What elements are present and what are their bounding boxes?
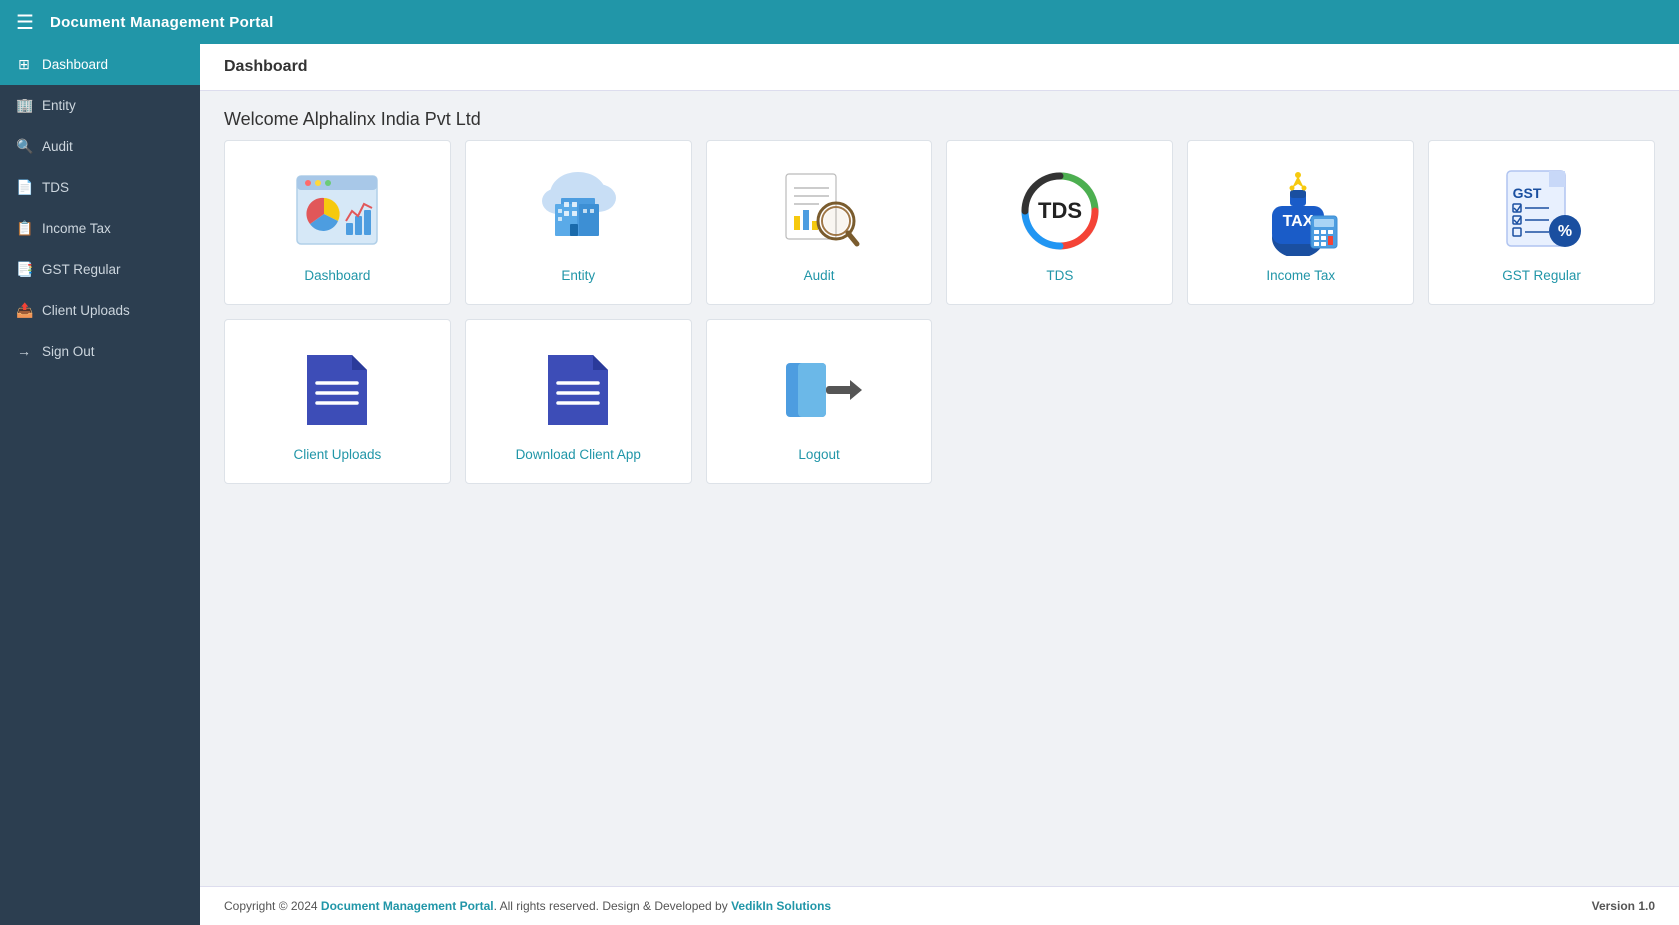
footer-developer: VedikIn Solutions (731, 899, 831, 913)
card-entity-label: Entity (561, 268, 595, 283)
sidebar-label-income-tax: Income Tax (42, 221, 111, 236)
sidebar-item-sign-out[interactable]: → Sign Out (0, 331, 200, 371)
sidebar-label-audit: Audit (42, 139, 73, 154)
sidebar-label-entity: Entity (42, 98, 76, 113)
sidebar-label-client-uploads: Client Uploads (42, 303, 130, 318)
svg-text:GST: GST (1512, 185, 1541, 201)
card-income-tax-label: Income Tax (1266, 268, 1335, 283)
empty-cell-1 (946, 319, 1173, 484)
card-tds-label: TDS (1046, 268, 1073, 283)
footer-copyright-text: Copyright © 2024 (224, 899, 321, 913)
sidebar-item-gst-regular[interactable]: 📑 GST Regular (0, 249, 200, 290)
gst-icon: 📑 (16, 261, 32, 278)
card-tds[interactable]: TDS TDS (946, 140, 1173, 305)
main-content: Dashboard Welcome Alphalinx India Pvt Lt… (200, 44, 1679, 925)
card-entity-icon (533, 166, 623, 256)
dashboard-icon: ⊞ (16, 56, 32, 73)
card-client-uploads-icon (292, 345, 382, 435)
card-download-app-label: Download Client App (516, 447, 641, 462)
svg-text:%: % (1557, 223, 1571, 240)
app-title: Document Management Portal (50, 14, 274, 31)
svg-text:TDS: TDS (1038, 198, 1082, 223)
sidebar-label-tds: TDS (42, 180, 69, 195)
card-logout-icon (774, 345, 864, 435)
empty-cell-2 (1187, 319, 1414, 484)
card-row-1: Dashboard (224, 140, 1655, 305)
card-logout-label: Logout (798, 447, 839, 462)
sign-out-icon: → (16, 343, 32, 359)
card-income-tax-icon: TAX (1256, 166, 1346, 256)
card-client-uploads[interactable]: Client Uploads (224, 319, 451, 484)
sidebar-item-entity[interactable]: 🏢 Entity (0, 85, 200, 126)
card-grid-area: Dashboard (200, 140, 1679, 886)
footer: Copyright © 2024 Document Management Por… (200, 886, 1679, 925)
card-audit-label: Audit (804, 268, 835, 283)
footer-brand: Document Management Portal (321, 899, 494, 913)
card-dashboard-label: Dashboard (304, 268, 370, 283)
entity-icon: 🏢 (16, 97, 32, 114)
tds-icon: 📄 (16, 179, 32, 196)
menu-icon[interactable]: ☰ (16, 10, 34, 35)
card-logout[interactable]: Logout (706, 319, 933, 484)
card-gst-regular[interactable]: GST % (1428, 140, 1655, 305)
sidebar-item-dashboard[interactable]: ⊞ Dashboard (0, 44, 200, 85)
footer-copyright: Copyright © 2024 Document Management Por… (224, 899, 831, 913)
sidebar-label-sign-out: Sign Out (42, 344, 95, 359)
empty-cell-3 (1428, 319, 1655, 484)
card-dashboard[interactable]: Dashboard (224, 140, 451, 305)
card-income-tax[interactable]: TAX (1187, 140, 1414, 305)
card-dashboard-icon (292, 166, 382, 256)
sidebar-item-client-uploads[interactable]: 📤 Client Uploads (0, 290, 200, 331)
sidebar-item-tds[interactable]: 📄 TDS (0, 167, 200, 208)
footer-suffix: . All rights reserved. Design & Develope… (494, 899, 731, 913)
footer-version-number: 1.0 (1638, 899, 1655, 913)
card-entity[interactable]: Entity (465, 140, 692, 305)
sidebar: ⊞ Dashboard 🏢 Entity 🔍 Audit 📄 TDS 📋 Inc… (0, 44, 200, 925)
content-header: Dashboard (200, 44, 1679, 91)
audit-icon: 🔍 (16, 138, 32, 155)
card-gst-icon: GST % (1497, 166, 1587, 256)
card-download-app[interactable]: Download Client App (465, 319, 692, 484)
card-gst-regular-label: GST Regular (1502, 268, 1581, 283)
card-tds-icon: TDS (1015, 166, 1105, 256)
card-client-uploads-label: Client Uploads (294, 447, 382, 462)
welcome-message: Welcome Alphalinx India Pvt Ltd (200, 91, 1679, 140)
sidebar-label-dashboard: Dashboard (42, 57, 108, 72)
sidebar-item-income-tax[interactable]: 📋 Income Tax (0, 208, 200, 249)
income-tax-icon: 📋 (16, 220, 32, 237)
card-audit-icon (774, 166, 864, 256)
footer-version-label: Version (1592, 899, 1639, 913)
client-uploads-icon: 📤 (16, 302, 32, 319)
card-row-2: Client Uploads (224, 319, 1655, 484)
card-download-app-icon (533, 345, 623, 435)
svg-text:TAX: TAX (1282, 213, 1313, 230)
topbar: ☰ Document Management Portal (0, 0, 1679, 44)
sidebar-label-gst-regular: GST Regular (42, 262, 121, 277)
card-audit[interactable]: Audit (706, 140, 933, 305)
footer-version: Version 1.0 (1592, 899, 1655, 913)
sidebar-item-audit[interactable]: 🔍 Audit (0, 126, 200, 167)
